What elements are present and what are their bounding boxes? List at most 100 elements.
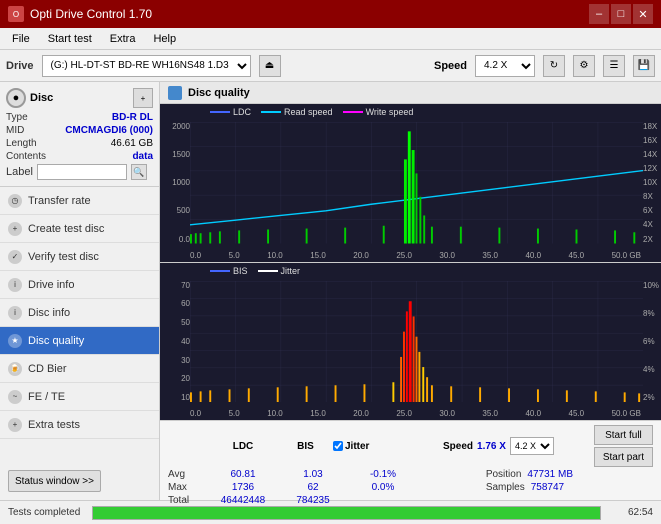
status-window-button[interactable]: Status window >> xyxy=(8,470,101,492)
top-chart-y-labels: 2000 1500 1000 500 0.0 xyxy=(162,122,190,244)
sidebar-item-disc-quality[interactable]: ★ Disc quality xyxy=(0,327,159,355)
disc-contents-row: Contents data xyxy=(6,151,153,162)
fe-te-icon: ~ xyxy=(8,390,22,404)
sidebar-item-cd-bier[interactable]: 🍺 CD Bier xyxy=(0,355,159,383)
read-speed-color xyxy=(261,111,281,113)
stats-avg-bis: 1.03 xyxy=(278,469,348,480)
drive-select[interactable]: (G:) HL-DT-ST BD-RE WH16NS48 1.D3 xyxy=(42,55,251,77)
title-bar-left: O Opti Drive Control 1.70 xyxy=(8,6,152,22)
disc-label-input[interactable] xyxy=(37,164,127,180)
sidebar-item-create-test-disc[interactable]: + Create test disc xyxy=(0,215,159,243)
legend-write-speed-label: Write speed xyxy=(366,107,414,117)
stats-total-ldc: 46442448 xyxy=(208,495,278,506)
stats-avg-jitter: -0.1% xyxy=(348,469,418,480)
sidebar-item-drive-info[interactable]: i Drive info xyxy=(0,271,159,299)
sidebar: ● Disc + Type BD-R DL MID CMCMAGDI6 (000… xyxy=(0,82,160,500)
disc-length-label: Length xyxy=(6,138,37,149)
app-icon: O xyxy=(8,6,24,22)
disc-mid-row: MID CMCMAGDI6 (000) xyxy=(6,125,153,136)
sidebar-item-transfer-rate[interactable]: ◷ Transfer rate xyxy=(0,187,159,215)
stats-max-row: Max 1736 62 0.0% xyxy=(168,482,418,493)
title-bar: O Opti Drive Control 1.70 – □ ✕ xyxy=(0,0,661,28)
sidebar-item-extra-tests-label: Extra tests xyxy=(28,419,80,431)
status-window-area: Status window >> xyxy=(0,462,159,500)
disc-quality-header: Disc quality xyxy=(160,82,661,104)
drive-label: Drive xyxy=(6,60,34,72)
sidebar-item-disc-info-label: Disc info xyxy=(28,307,70,319)
position-label: Position xyxy=(486,469,522,480)
disc-quality-icon: ★ xyxy=(8,334,22,348)
bis-color xyxy=(210,270,230,272)
stats-bar: LDC BIS Jitter Speed 1.76 X 4.2 X Start … xyxy=(160,420,661,500)
maximize-button[interactable]: □ xyxy=(611,4,631,24)
sidebar-item-cd-bier-label: CD Bier xyxy=(28,363,67,375)
disc-expand-button[interactable]: + xyxy=(133,88,153,108)
stats-total-bis: 784235 xyxy=(278,495,348,506)
bottom-chart-y-labels: 70 60 50 40 30 20 10 xyxy=(162,281,190,403)
disc-title: Disc xyxy=(30,92,53,104)
start-full-button[interactable]: Start full xyxy=(594,425,653,445)
disc-icon: ● xyxy=(6,88,26,108)
settings-button1[interactable]: ⚙ xyxy=(573,55,595,77)
sidebar-item-drive-info-label: Drive info xyxy=(28,279,74,291)
disc-mid-label: MID xyxy=(6,125,24,136)
minimize-button[interactable]: – xyxy=(589,4,609,24)
jitter-checkbox-area[interactable]: Jitter xyxy=(333,441,433,452)
sidebar-item-verify-test-disc-label: Verify test disc xyxy=(28,251,99,263)
legend-read-speed-label: Read speed xyxy=(284,107,333,117)
menu-extra[interactable]: Extra xyxy=(102,31,144,47)
menu-help[interactable]: Help xyxy=(145,31,184,47)
jitter-color xyxy=(258,270,278,272)
menu-bar: File Start test Extra Help xyxy=(0,28,661,50)
refresh-button[interactable]: ↻ xyxy=(543,55,565,77)
progress-bar xyxy=(93,507,600,519)
stats-data-section: Avg 60.81 1.03 -0.1% Max 1736 62 0.0% xyxy=(168,469,653,507)
disc-header: ● Disc + xyxy=(6,88,153,108)
legend-ldc-label: LDC xyxy=(233,107,251,117)
settings-button2[interactable]: ☰ xyxy=(603,55,625,77)
sidebar-item-fe-te-label: FE / TE xyxy=(28,391,65,403)
bottom-chart-x-labels: 0.0 5.0 10.0 15.0 20.0 25.0 30.0 35.0 40… xyxy=(190,409,641,418)
extra-tests-icon: + xyxy=(8,418,22,432)
time-text: 62:54 xyxy=(613,507,653,518)
sidebar-item-verify-test-disc[interactable]: ✓ Verify test disc xyxy=(0,243,159,271)
disc-label-row: Label 🔍 xyxy=(6,164,153,180)
save-button[interactable]: 💾 xyxy=(633,55,655,77)
sidebar-item-extra-tests[interactable]: + Extra tests xyxy=(0,411,159,439)
eject-button[interactable]: ⏏ xyxy=(259,55,281,77)
disc-label-button[interactable]: 🔍 xyxy=(131,164,147,180)
cd-bier-icon: 🍺 xyxy=(8,362,22,376)
main-layout: ● Disc + Type BD-R DL MID CMCMAGDI6 (000… xyxy=(0,82,661,500)
bottom-chart-svg xyxy=(190,281,643,403)
speed-select[interactable]: 4.2 X xyxy=(475,55,535,77)
stats-max-ldc: 1736 xyxy=(208,482,278,493)
legend-bis-label: BIS xyxy=(233,266,248,276)
position-row: Position 47731 MB xyxy=(486,469,573,480)
position-value: 47731 MB xyxy=(527,469,573,480)
stats-bis-header: BIS xyxy=(278,441,333,452)
title-bar-controls[interactable]: – □ ✕ xyxy=(589,4,653,24)
stats-header-row: LDC BIS Jitter Speed 1.76 X 4.2 X Start … xyxy=(168,425,653,467)
legend-jitter-label: Jitter xyxy=(281,266,301,276)
drive-icons: ⏏ xyxy=(259,55,281,77)
samples-value: 758747 xyxy=(531,482,564,493)
disc-type-label: Type xyxy=(6,112,28,123)
top-chart-svg xyxy=(190,122,643,244)
menu-start-test[interactable]: Start test xyxy=(40,31,100,47)
close-button[interactable]: ✕ xyxy=(633,4,653,24)
start-part-button[interactable]: Start part xyxy=(594,447,653,467)
legend-read-speed: Read speed xyxy=(261,107,333,117)
stats-ldc-header: LDC xyxy=(208,441,278,452)
stats-max-jitter: 0.0% xyxy=(348,482,418,493)
drive-bar: Drive (G:) HL-DT-ST BD-RE WH16NS48 1.D3 … xyxy=(0,50,661,82)
sidebar-item-disc-info[interactable]: i Disc info xyxy=(0,299,159,327)
jitter-checkbox[interactable] xyxy=(333,441,343,451)
sidebar-item-create-test-disc-label: Create test disc xyxy=(28,223,104,235)
menu-file[interactable]: File xyxy=(4,31,38,47)
bottom-chart-y-labels-right: 10% 8% 6% 4% 2% xyxy=(643,281,659,403)
speed-header-label: Speed xyxy=(443,441,473,452)
speed-dropdown[interactable]: 4.2 X xyxy=(510,437,554,455)
sidebar-item-fe-te[interactable]: ~ FE / TE xyxy=(0,383,159,411)
disc-type-value: BD-R DL xyxy=(112,112,153,123)
disc-quality-header-icon xyxy=(168,86,182,100)
